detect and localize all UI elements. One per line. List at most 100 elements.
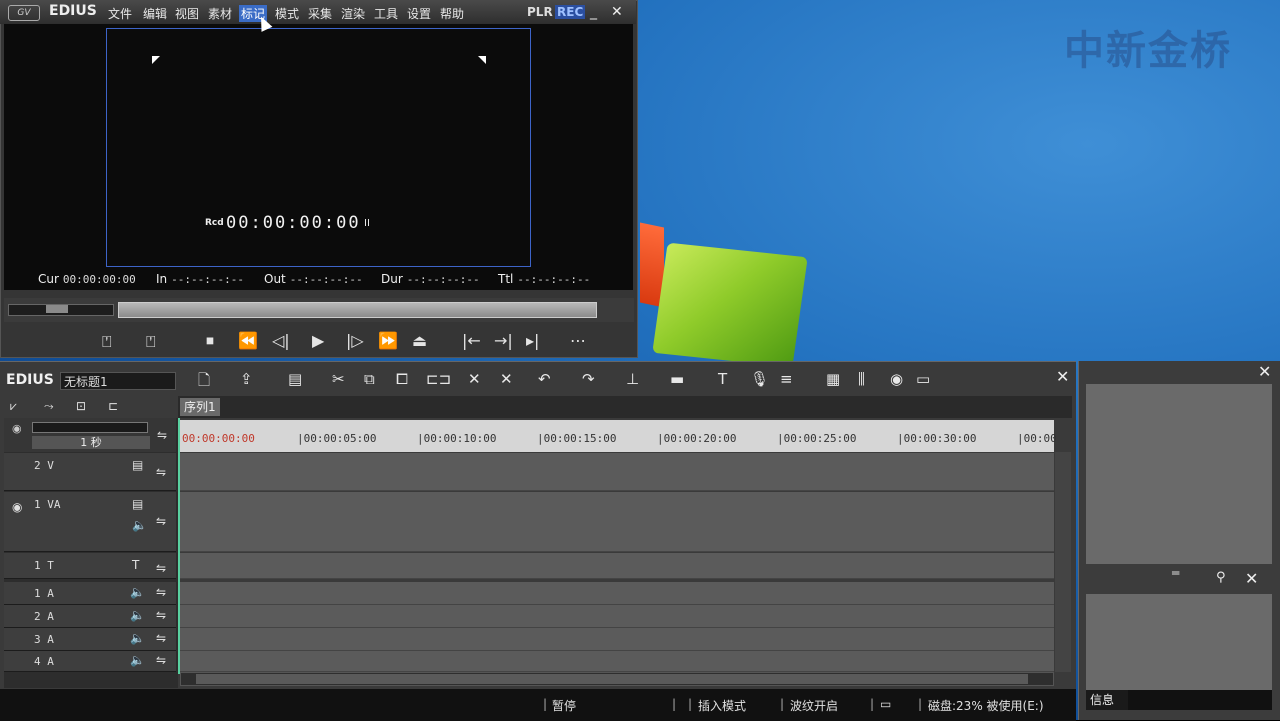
minimize-button[interactable]: _ [590, 4, 597, 20]
new-project-icon[interactable]: 🗋 [198, 370, 210, 395]
track-header-4a[interactable]: 4 A 🔈 ⇋ [4, 651, 176, 672]
set-in-icon[interactable]: ⍞ [102, 332, 112, 352]
speaker-icon[interactable]: 🔈 [130, 608, 145, 622]
menu-file[interactable]: 文件 [106, 5, 134, 22]
title-icon[interactable]: T [718, 370, 727, 388]
track-lane-1a[interactable] [180, 582, 1054, 605]
rec-mode-button[interactable]: REC [555, 5, 586, 19]
menu-capture[interactable]: 采集 [306, 5, 334, 22]
menu-edit[interactable]: 编辑 [141, 5, 169, 22]
ripple-delete-icon[interactable]: ✕ [500, 370, 513, 388]
track-lane-1va[interactable] [180, 492, 1054, 552]
track-patch-icon[interactable]: ⇋ [156, 608, 166, 622]
menu-view[interactable]: 视图 [173, 5, 201, 22]
open-project-icon[interactable]: ⇪ [240, 370, 253, 388]
track-header-2a[interactable]: 2 A 🔈 ⇋ [4, 605, 176, 628]
color-icon[interactable]: ◉ [890, 370, 903, 388]
undo-icon[interactable]: ↶ [538, 370, 551, 388]
sequence-settings-icon[interactable]: ▦ [826, 370, 840, 388]
cut-icon[interactable]: ✂ [332, 370, 345, 388]
menu-tools[interactable]: 工具 [372, 5, 400, 22]
menu-render[interactable]: 渲染 [339, 5, 367, 22]
tab-sequence-1[interactable]: 序列1 [180, 398, 220, 416]
copy-icon[interactable]: ⧉ [364, 370, 375, 388]
save-project-icon[interactable]: ▤ [288, 370, 302, 388]
zoom-selector[interactable]: 1 秒 [32, 436, 150, 449]
monitor-icon[interactable]: ▭ [880, 697, 891, 711]
timeline-ruler[interactable]: 00:00:00:00 |00:00:05:00 |00:00:10:00 |0… [178, 420, 1057, 452]
add-cut-icon[interactable]: ⊥ [626, 370, 639, 388]
voiceover-icon[interactable]: 🎙 [750, 370, 769, 388]
track-header-3a[interactable]: 3 A 🔈 ⇋ [4, 628, 176, 651]
track-header-1va[interactable]: ◉ 1 VA ▤ 🔈 ⇋ [4, 492, 176, 552]
fast-forward-button[interactable]: ⏩ [378, 331, 398, 350]
palette-close-button[interactable]: ✕ [1258, 362, 1271, 381]
speaker-icon[interactable]: 🔈 [130, 653, 145, 667]
sync-lock-icon[interactable]: ▬ [670, 370, 684, 388]
video-mute-icon[interactable]: ▤ [132, 458, 143, 472]
eye-toggle-icon[interactable]: ◉ [12, 422, 22, 435]
track-lane-4a[interactable] [180, 651, 1054, 672]
loop-button[interactable]: ⏏ [412, 331, 427, 350]
speaker-icon[interactable]: 🔈 [132, 518, 147, 532]
splitter-handle-icon[interactable]: ═ [1172, 566, 1179, 580]
track-header-1t[interactable]: 1 T T ⇋ [4, 553, 176, 579]
tab-info[interactable]: 信息 [1086, 690, 1128, 710]
track-lane-1t[interactable] [180, 553, 1054, 579]
track-header-2v[interactable]: 2 V ▤ ⇋ [4, 453, 176, 491]
link-icon[interactable]: ⤳ [44, 399, 54, 414]
track-lane-2a[interactable] [180, 605, 1054, 628]
palette-dock-icon[interactable]: ⚲ [1216, 570, 1226, 585]
track-lane-2v[interactable] [180, 453, 1054, 491]
track-header-1a[interactable]: 1 A 🔈 ⇋ [4, 582, 176, 605]
track-select-icon[interactable]: ⩗ [10, 399, 17, 414]
swap-icon[interactable]: ⇋ [157, 428, 167, 442]
rewind-button[interactable]: ⏪ [238, 331, 258, 350]
delete-icon[interactable]: ✕ [468, 370, 481, 388]
snap-icon[interactable]: ⊏ [108, 399, 118, 413]
track-lock-icon[interactable]: ◉ [12, 500, 22, 514]
render-icon[interactable]: ≡ [780, 370, 793, 388]
redo-icon[interactable]: ↷ [582, 370, 595, 388]
track-patch-icon[interactable]: ⇋ [156, 514, 166, 528]
vertical-scrollbar[interactable] [1055, 452, 1071, 672]
menu-clip[interactable]: 素材 [206, 5, 234, 22]
track-patch-icon[interactable]: ⇋ [156, 631, 166, 645]
track-lane-3a[interactable] [180, 628, 1054, 651]
replace-icon[interactable]: ⊏⊐ [426, 370, 451, 388]
project-name-field[interactable]: 无标题1 [60, 372, 176, 390]
go-out-button[interactable]: →| [494, 331, 513, 350]
paste-icon[interactable]: ⧠ [396, 370, 408, 388]
track-patch-icon[interactable]: ⇋ [156, 653, 166, 667]
status-insert-mode[interactable]: 插入模式 [698, 697, 746, 714]
zoom-slider[interactable] [32, 422, 148, 433]
track-patch-icon[interactable]: ⇋ [156, 465, 166, 479]
track-patch-icon[interactable]: ⇋ [156, 585, 166, 599]
go-in-button[interactable]: |← [462, 331, 481, 350]
step-back-button[interactable]: ◁| [272, 331, 290, 350]
layout-icon[interactable]: ▭ [916, 370, 930, 388]
play-button[interactable]: ▶ [312, 331, 324, 350]
title-track-icon[interactable]: T [132, 558, 139, 572]
insert-button[interactable]: ▸| [526, 331, 539, 350]
horizontal-scrollbar-thumb[interactable] [196, 674, 1028, 684]
palette-bottom-close-icon[interactable]: ✕ [1245, 569, 1258, 588]
plr-mode-button[interactable]: PLR [527, 5, 553, 19]
scrub-bar[interactable] [118, 302, 597, 318]
close-button[interactable]: ✕ [611, 4, 623, 20]
video-mute-icon[interactable]: ▤ [132, 497, 143, 511]
shuttle-slider-thumb[interactable] [46, 305, 68, 313]
stop-button[interactable]: ⏹ [206, 331, 214, 351]
status-ripple[interactable]: 波纹开启 [790, 697, 838, 714]
menu-mode[interactable]: 模式 [273, 5, 301, 22]
menu-settings[interactable]: 设置 [405, 5, 433, 22]
set-out-icon[interactable]: ⍞ [146, 332, 156, 352]
speaker-icon[interactable]: 🔈 [130, 585, 145, 599]
menu-help[interactable]: 帮助 [438, 5, 466, 22]
track-patch-icon[interactable]: ⇋ [156, 561, 166, 575]
speaker-icon[interactable]: 🔈 [130, 631, 145, 645]
step-forward-button[interactable]: |▷ [346, 331, 364, 350]
more-options-button[interactable]: ⋯ [570, 331, 586, 350]
group-icon[interactable]: ⊡ [76, 399, 86, 413]
mixer-icon[interactable]: ⫼ [858, 370, 865, 388]
